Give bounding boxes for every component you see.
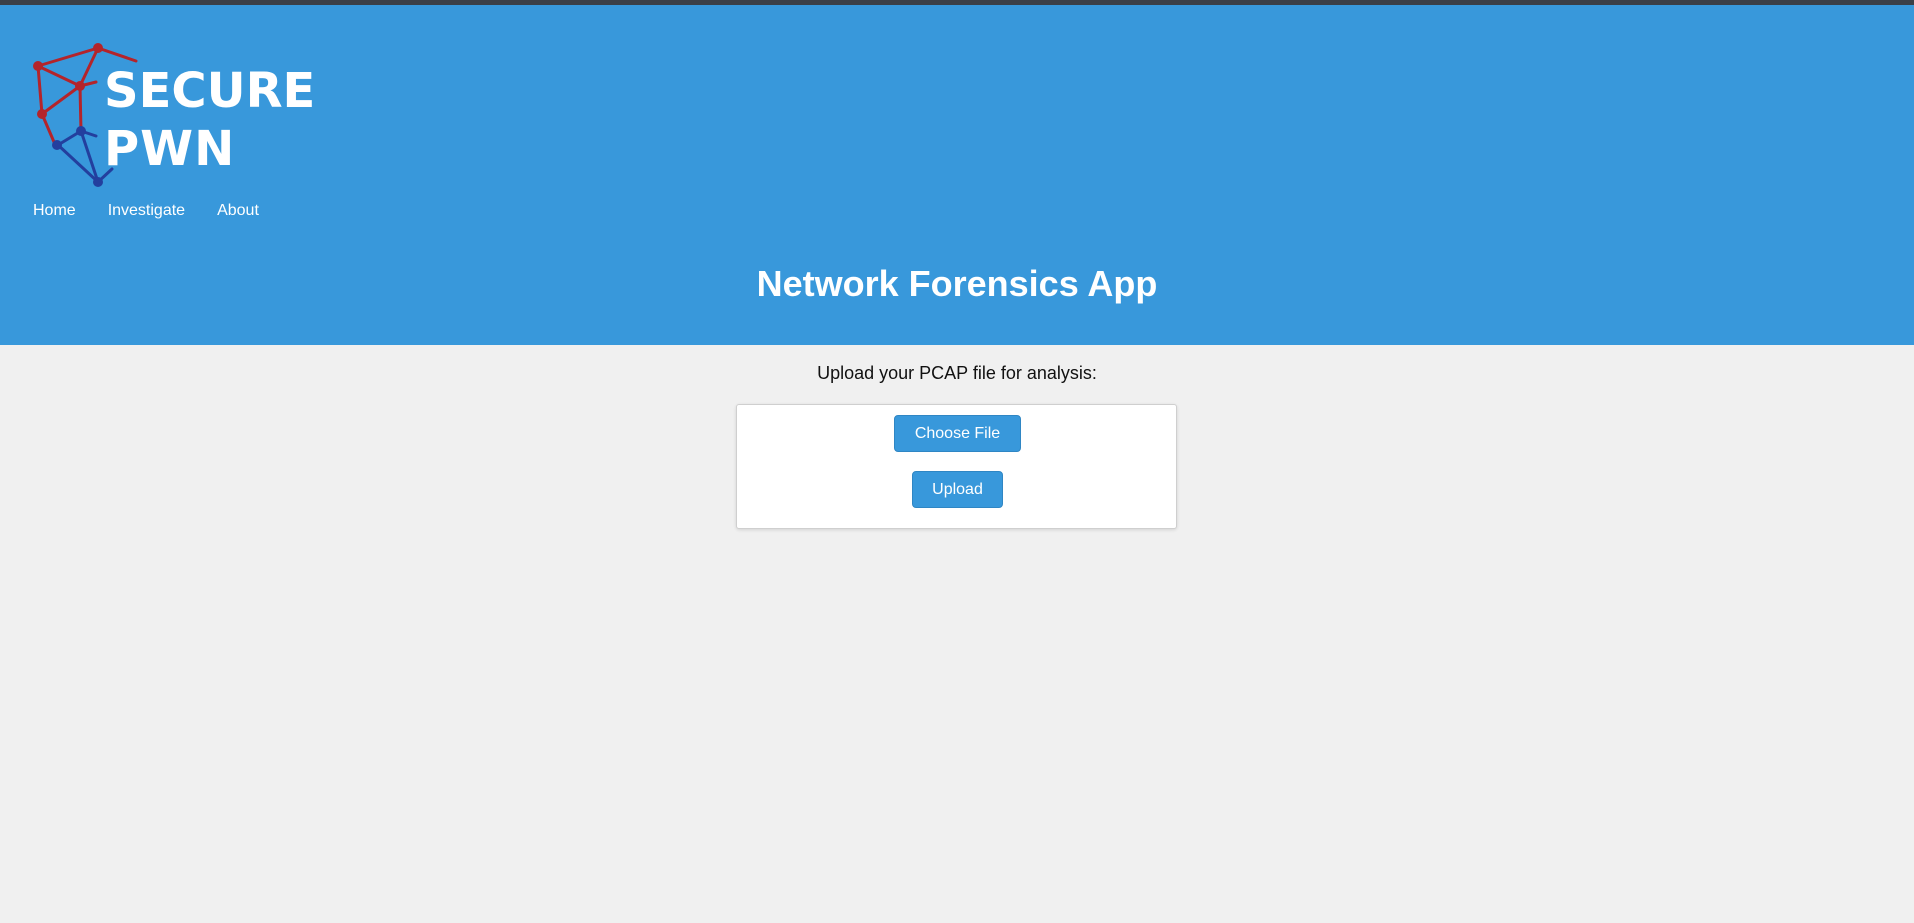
logo-text-pwn: PWN bbox=[104, 121, 235, 177]
site-header: SECURE PWN Home Investigate About Networ… bbox=[0, 5, 1914, 345]
upload-button[interactable]: Upload bbox=[912, 471, 1003, 508]
upload-form: Choose File Upload bbox=[736, 404, 1177, 529]
nav-home-link[interactable]: Home bbox=[33, 201, 76, 221]
nav-investigate-link[interactable]: Investigate bbox=[108, 201, 185, 221]
nav-about-link[interactable]: About bbox=[217, 201, 259, 221]
page-title: Network Forensics App bbox=[756, 263, 1158, 304]
logo[interactable]: SECURE PWN bbox=[28, 35, 338, 200]
main-nav: Home Investigate About bbox=[33, 201, 259, 221]
network-shield-icon: SECURE PWN bbox=[33, 43, 315, 187]
upload-prompt: Upload your PCAP file for analysis: bbox=[817, 363, 1097, 383]
choose-file-button[interactable]: Choose File bbox=[894, 415, 1021, 452]
logo-text-secure: SECURE bbox=[104, 63, 315, 119]
